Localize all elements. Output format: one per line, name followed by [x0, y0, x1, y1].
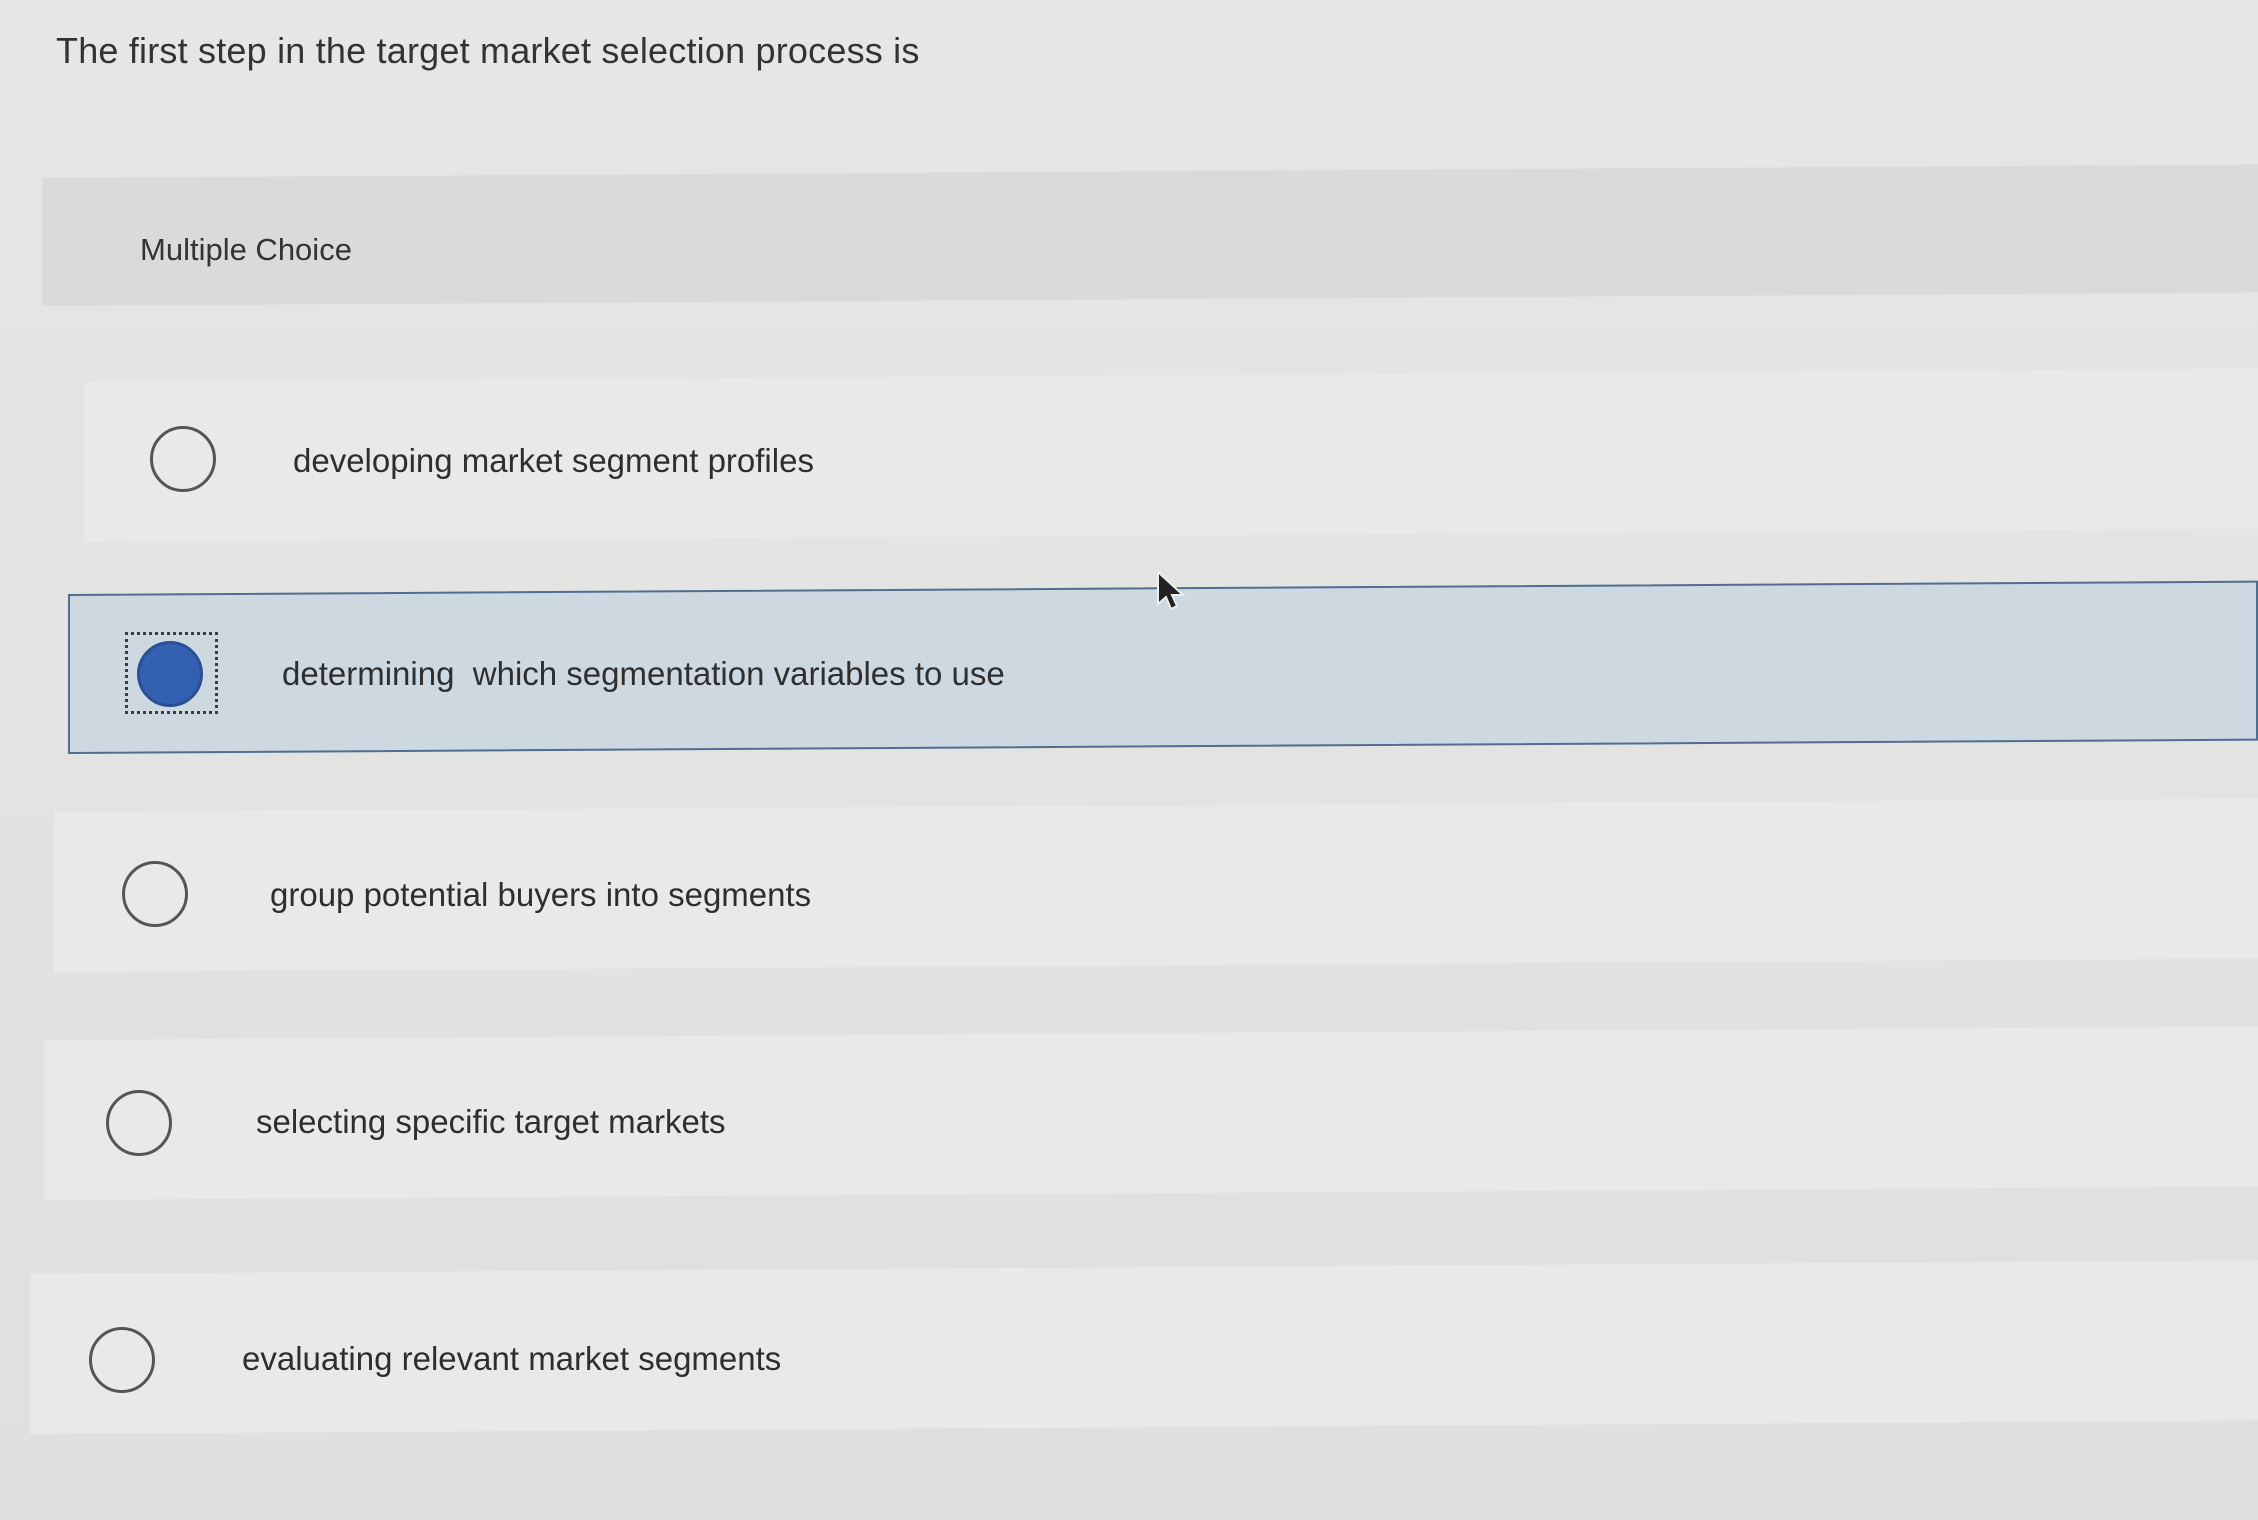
choice-label-3: group potential buyers into segments	[270, 876, 812, 913]
choice-label-4: selecting specific target markets	[256, 1103, 726, 1140]
multiple-choice-header	[42, 164, 2258, 306]
multiple-choice-label: Multiple Choice	[140, 232, 352, 267]
choice-label-1: developing market segment profiles	[293, 442, 814, 479]
radio-button-3[interactable]	[122, 861, 188, 927]
radio-button-2-checked[interactable]	[137, 641, 203, 707]
choice-label-5: evaluating relevant market segments	[242, 1340, 782, 1377]
mouse-cursor-icon	[1157, 570, 1186, 611]
radio-button-5[interactable]	[89, 1327, 155, 1393]
radio-button-4[interactable]	[106, 1090, 172, 1156]
radio-button-1[interactable]	[150, 426, 216, 492]
quiz-page: The first step in the target market sele…	[0, 0, 2258, 1520]
question-prompt: The first step in the target market sele…	[56, 30, 920, 71]
choice-label-2: determining which segmentation variables…	[282, 655, 1005, 692]
